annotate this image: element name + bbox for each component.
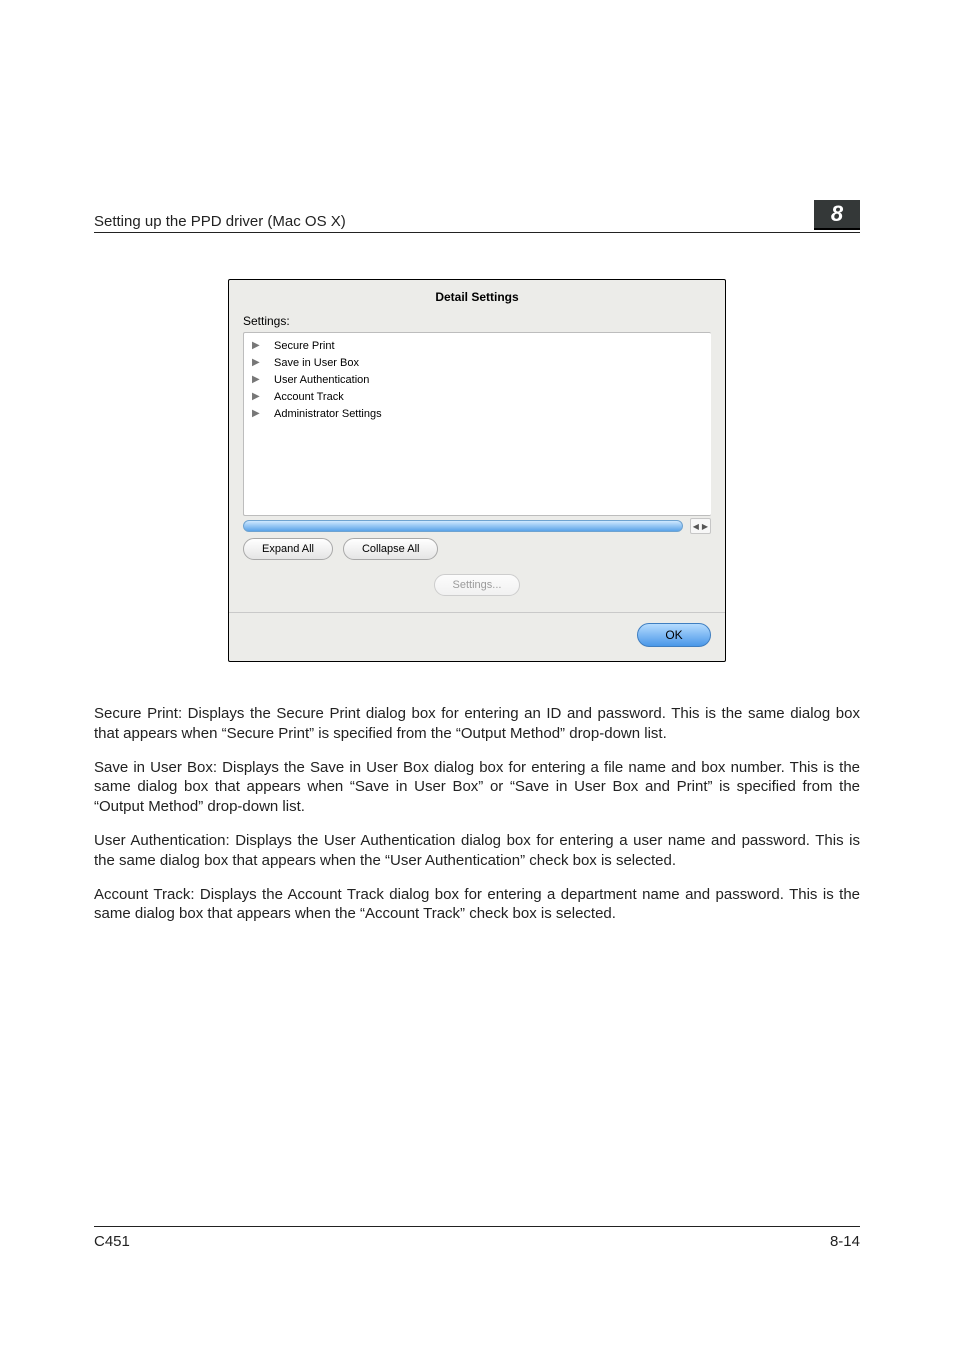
settings-button: Settings... xyxy=(434,574,521,596)
paragraph-user-authentication: User Authentication: Displays the User A… xyxy=(94,831,860,871)
footer-page: 8-14 xyxy=(830,1233,860,1250)
disclosure-icon[interactable]: ▶ xyxy=(252,374,264,385)
scrollbar-arrows[interactable]: ◀ ▶ xyxy=(690,518,711,534)
list-item-label: Save in User Box xyxy=(274,357,359,369)
collapse-all-button[interactable]: Collapse All xyxy=(343,538,438,560)
paragraph-account-track: Account Track: Displays the Account Trac… xyxy=(94,885,860,925)
paragraph-save-in-user-box: Save in User Box: Displays the Save in U… xyxy=(94,758,860,817)
divider xyxy=(229,612,725,613)
detail-settings-dialog: Detail Settings Settings: ▶ Secure Print… xyxy=(228,279,726,662)
list-item-label: Account Track xyxy=(274,391,344,403)
chapter-badge: 8 xyxy=(814,200,860,230)
footer-model: C451 xyxy=(94,1233,130,1250)
disclosure-icon[interactable]: ▶ xyxy=(252,391,264,402)
dialog-title: Detail Settings xyxy=(243,290,711,304)
settings-listbox[interactable]: ▶ Secure Print ▶ Save in User Box ▶ User… xyxy=(243,332,711,516)
scrollbar-thumb[interactable] xyxy=(243,520,683,532)
settings-label: Settings: xyxy=(243,314,711,328)
horizontal-scrollbar[interactable]: ◀ ▶ xyxy=(243,518,711,532)
body-text: Secure Print: Displays the Secure Print … xyxy=(94,704,860,924)
scroll-right-icon[interactable]: ▶ xyxy=(702,522,708,531)
page-footer: C451 8-14 xyxy=(94,1226,860,1250)
list-item[interactable]: ▶ Save in User Box xyxy=(252,354,703,371)
scroll-left-icon[interactable]: ◀ xyxy=(693,522,699,531)
disclosure-icon[interactable]: ▶ xyxy=(252,408,264,419)
list-item[interactable]: ▶ Account Track xyxy=(252,388,703,405)
list-item[interactable]: ▶ User Authentication xyxy=(252,371,703,388)
list-item[interactable]: ▶ Secure Print xyxy=(252,337,703,354)
list-item-label: Administrator Settings xyxy=(274,408,382,420)
paragraph-secure-print: Secure Print: Displays the Secure Print … xyxy=(94,704,860,744)
list-item-label: User Authentication xyxy=(274,374,369,386)
list-item-label: Secure Print xyxy=(274,340,335,352)
ok-button[interactable]: OK xyxy=(637,623,711,647)
page-header: Setting up the PPD driver (Mac OS X) 8 xyxy=(94,200,860,233)
expand-all-button[interactable]: Expand All xyxy=(243,538,333,560)
header-title: Setting up the PPD driver (Mac OS X) xyxy=(94,213,346,230)
disclosure-icon[interactable]: ▶ xyxy=(252,340,264,351)
list-item[interactable]: ▶ Administrator Settings xyxy=(252,405,703,422)
disclosure-icon[interactable]: ▶ xyxy=(252,357,264,368)
